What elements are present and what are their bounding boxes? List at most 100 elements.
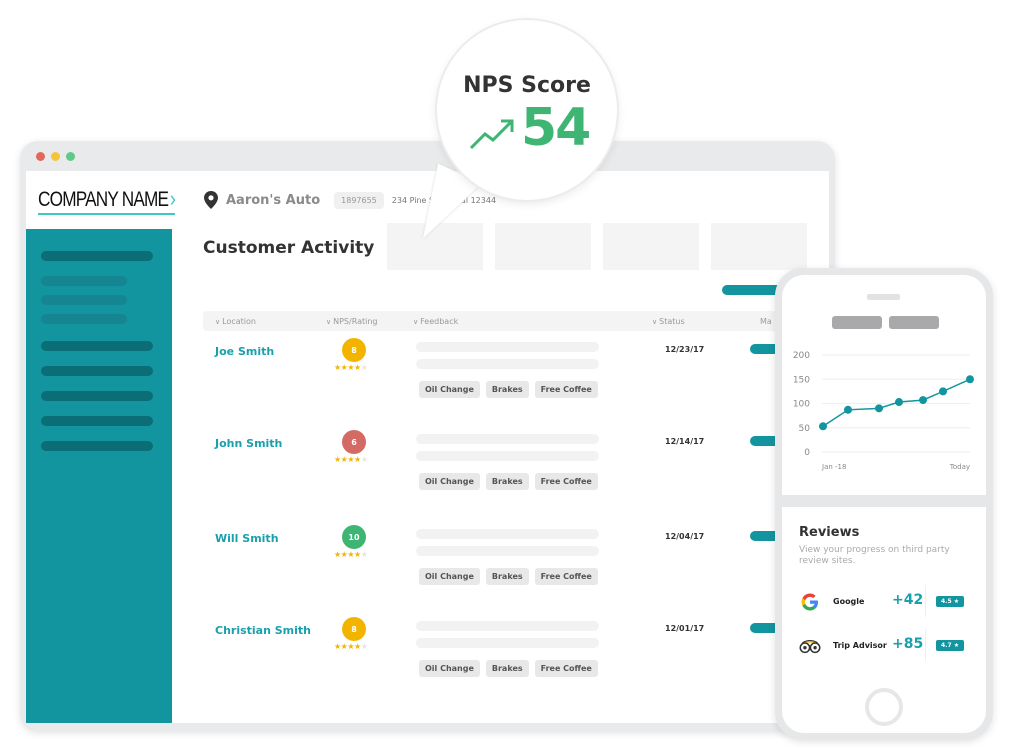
mobile-device: 0 50 100 150 200 Jan -18 Today Reviews View yo…	[775, 268, 993, 740]
data-point[interactable]	[875, 404, 883, 413]
feedback-tags: Oil Change Brakes Free Coffee	[419, 381, 598, 398]
star-icon: ★	[360, 363, 368, 372]
feedback-tag[interactable]: Free Coffee	[534, 381, 598, 398]
star-icon: ★	[354, 363, 361, 372]
minimize-window-button[interactable]	[51, 151, 60, 161]
feedback-placeholder	[416, 638, 599, 648]
nps-score-value: 54	[521, 98, 591, 158]
nps-trend-chart: 0 50 100 150 200 Jan -18 Today	[793, 351, 974, 471]
y-tick-label: 150	[793, 375, 810, 385]
table-header: ∨ Location ∨ NPS/Rating ∨ Feedback ∨ Status …	[203, 311, 823, 331]
star-rating: ★★★★★	[334, 363, 368, 372]
y-tick-label: 200	[793, 351, 810, 361]
feedback-tag[interactable]: Free Coffee	[534, 568, 598, 585]
nps-badge: 8	[342, 617, 366, 641]
data-point[interactable]	[939, 387, 947, 396]
feedback-tag[interactable]: Brakes	[485, 660, 529, 677]
sidebar-item[interactable]	[41, 366, 153, 376]
phone-speaker	[867, 294, 900, 300]
tripadvisor-icon	[799, 639, 821, 654]
y-tick-label: 0	[804, 448, 810, 458]
sidebar-item[interactable]	[41, 251, 153, 261]
section-divider	[782, 495, 986, 507]
star-icon: ★	[354, 455, 361, 464]
review-site-name: Trip Advisor	[833, 641, 887, 650]
chevron-down-icon: ∨	[326, 318, 332, 326]
column-header-location[interactable]: ∨ Location	[215, 317, 256, 326]
feedback-tag[interactable]: Brakes	[485, 568, 529, 585]
home-button[interactable]	[865, 688, 903, 726]
stat-box[interactable]	[495, 223, 591, 270]
data-point[interactable]	[895, 398, 903, 407]
star-icon: ★	[334, 363, 341, 372]
logo-text: COMPANY NAME	[38, 187, 169, 211]
maximize-window-button[interactable]	[66, 151, 75, 161]
company-logo[interactable]: COMPANY NAME›	[38, 185, 176, 215]
column-header-status[interactable]: ∨ Status	[652, 317, 685, 326]
feedback-tag[interactable]: Oil Change	[419, 381, 480, 398]
nps-score-callout: NPS Score 54	[437, 20, 617, 200]
star-icon: ★	[360, 642, 368, 651]
star-rating: ★★★★★	[334, 550, 368, 559]
star-icon: ★	[334, 550, 341, 559]
column-header-nps[interactable]: ∨ NPS/Rating	[326, 317, 378, 326]
review-site-tripadvisor[interactable]: Trip Advisor +85 4.7 ★	[799, 629, 979, 661]
stat-box[interactable]	[603, 223, 699, 270]
customer-name[interactable]: Will Smith	[215, 532, 279, 545]
mobile-screen: 0 50 100 150 200 Jan -18 Today Reviews View yo…	[782, 275, 986, 733]
star-icon: ★	[347, 363, 355, 372]
data-point[interactable]	[919, 396, 927, 405]
review-delta: +85	[892, 636, 924, 652]
review-site-google[interactable]: Google +42 4.5 ★	[799, 585, 979, 617]
y-tick-label: 50	[799, 424, 811, 434]
status-date: 12/23/17	[665, 345, 705, 354]
customer-name[interactable]: John Smith	[215, 437, 282, 450]
feedback-tag[interactable]: Oil Change	[419, 660, 480, 677]
customer-name[interactable]: Joe Smith	[215, 345, 274, 358]
feedback-tags: Oil Change Brakes Free Coffee	[419, 473, 598, 490]
feedback-tags: Oil Change Brakes Free Coffee	[419, 660, 598, 677]
feedback-placeholder	[416, 546, 599, 556]
table-row[interactable]: Joe Smith 8 ★★★★★ Oil Change Brakes Free C…	[203, 335, 823, 425]
status-date: 12/01/17	[665, 624, 705, 633]
sidebar-subitem[interactable]	[41, 276, 127, 286]
customer-name[interactable]: Christian Smith	[215, 624, 311, 637]
sidebar-subitem[interactable]	[41, 314, 127, 324]
logo-area[interactable]: COMPANY NAME›	[26, 171, 176, 229]
logo-chevron-icon: ›	[169, 185, 176, 211]
table-row[interactable]: John Smith 6 ★★★★★ Oil Change Brakes Free …	[203, 427, 823, 517]
stat-box[interactable]	[711, 223, 807, 270]
title-bar	[26, 141, 829, 171]
star-rating: ★★★★★	[334, 455, 368, 464]
chart-filter-button[interactable]	[832, 316, 882, 329]
star-icon: ★	[360, 455, 368, 464]
feedback-tag[interactable]: Brakes	[485, 473, 529, 490]
close-window-button[interactable]	[36, 151, 45, 161]
star-rating: ★★★★★	[334, 642, 368, 651]
data-point[interactable]	[966, 375, 974, 384]
y-tick-label: 100	[793, 400, 810, 410]
sidebar-subitem[interactable]	[41, 295, 127, 305]
column-header-more[interactable]: Ma	[760, 317, 772, 326]
sidebar-item[interactable]	[41, 341, 153, 351]
star-icon: ★	[334, 642, 341, 651]
data-point[interactable]	[819, 422, 827, 431]
feedback-tag[interactable]: Free Coffee	[534, 473, 598, 490]
feedback-tag[interactable]: Brakes	[485, 381, 529, 398]
chart-filter-button[interactable]	[889, 316, 939, 329]
feedback-placeholder	[416, 451, 599, 461]
column-header-feedback[interactable]: ∨ Feedback	[413, 317, 458, 326]
sidebar-item[interactable]	[41, 391, 153, 401]
star-icon: ★	[347, 550, 355, 559]
table-row[interactable]: Will Smith 10 ★★★★★ Oil Change Brakes Free…	[203, 522, 823, 612]
location-name[interactable]: Aaron's Auto	[226, 193, 320, 208]
feedback-placeholder	[416, 621, 599, 631]
feedback-tag[interactable]: Oil Change	[419, 568, 480, 585]
feedback-tag[interactable]: Oil Change	[419, 473, 480, 490]
chevron-down-icon: ∨	[652, 318, 658, 326]
feedback-tag[interactable]: Free Coffee	[534, 660, 598, 677]
data-point[interactable]	[844, 405, 852, 414]
sidebar-item[interactable]	[41, 441, 153, 451]
table-row[interactable]: Christian Smith 8 ★★★★★ Oil Change Brakes…	[203, 614, 823, 704]
sidebar-item[interactable]	[41, 416, 153, 426]
